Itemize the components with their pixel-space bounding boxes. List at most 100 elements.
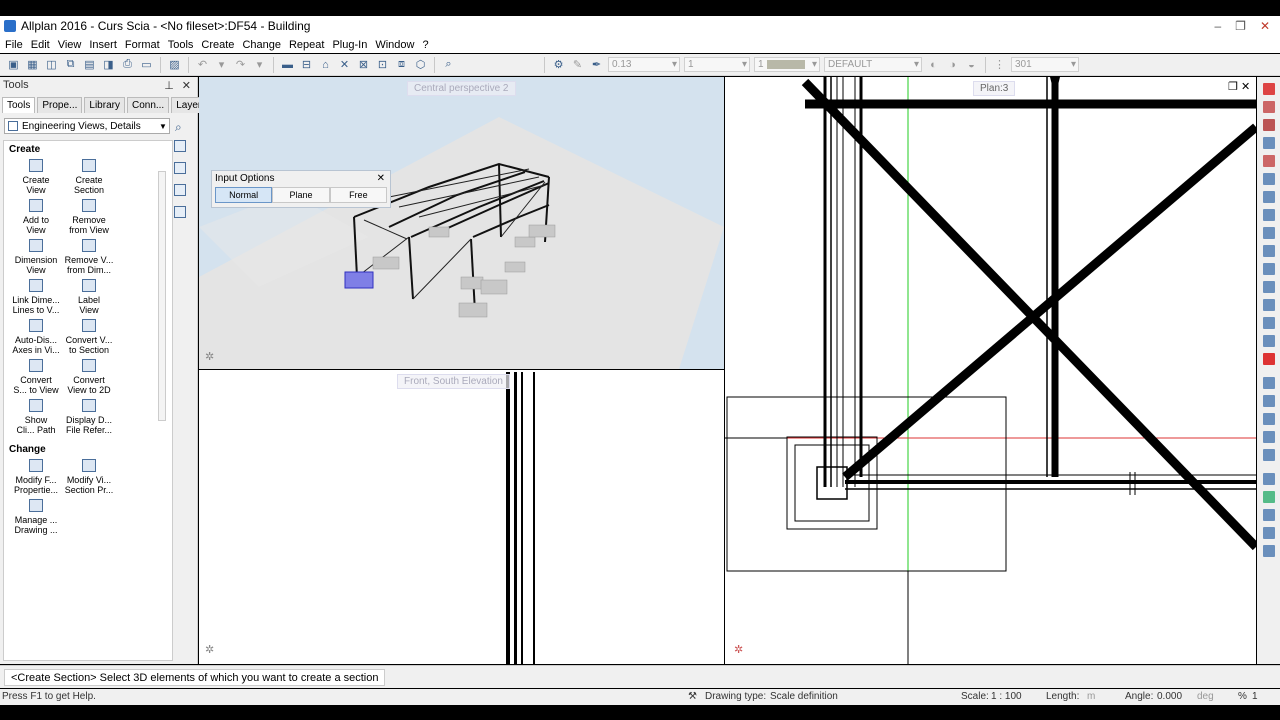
layer-field[interactable]: DEFAULT ▾ (824, 57, 922, 72)
copy-icon[interactable] (1262, 209, 1275, 221)
box-icon[interactable] (1262, 335, 1275, 347)
create-tool[interactable]: Dimension View (8, 239, 64, 275)
normal-button[interactable]: Normal (215, 187, 273, 203)
line-type-field[interactable]: 1 ▾ (684, 57, 750, 72)
scale-icon[interactable] (1262, 281, 1275, 293)
line-style-field[interactable]: 301 ▾ (1011, 57, 1079, 72)
copy-icon[interactable]: ⧈ (393, 57, 410, 73)
create-tool[interactable]: Label View (61, 279, 117, 315)
menu-format[interactable]: Format (125, 39, 160, 51)
menu-window[interactable]: Window (375, 39, 414, 51)
create-tool[interactable]: Display D... File Refer... (61, 399, 117, 435)
menu-view[interactable]: View (58, 39, 82, 51)
redo-dropdown-icon[interactable]: ▾ (251, 57, 268, 73)
mirror-copy-icon[interactable] (1262, 191, 1275, 203)
modify-icon[interactable] (1262, 119, 1275, 131)
fileset-icon[interactable]: ⧉ (62, 57, 79, 73)
3d-cube-icon[interactable]: ⬡ (412, 57, 429, 73)
menu-insert[interactable]: Insert (89, 39, 117, 51)
navigation-icon[interactable]: ✲ (205, 350, 214, 363)
pen-thickness-field[interactable]: 0.13 ▾ (608, 57, 680, 72)
layer-visibility-icon[interactable]: ◐ (925, 57, 942, 73)
new-icon[interactable]: ▣ (5, 57, 22, 73)
grid-icon[interactable] (174, 184, 186, 196)
edit-icon[interactable] (174, 206, 186, 218)
menu-change[interactable]: Change (242, 39, 281, 51)
viewport-plan[interactable]: Plan:3 ❐ ✕ ✲ (725, 77, 1256, 664)
close-viewport-icon[interactable]: ✕ (1241, 80, 1250, 93)
plane-button[interactable]: Plane (272, 187, 330, 203)
navigation-icon[interactable]: ✲ (734, 643, 743, 656)
menu-plugin[interactable]: Plug-In (332, 39, 367, 51)
funnel-icon[interactable] (1262, 527, 1275, 539)
select-icon[interactable] (1262, 473, 1275, 485)
edit-line-icon[interactable] (1262, 377, 1275, 389)
undo-icon[interactable]: ↶ (194, 57, 211, 73)
array-icon[interactable] (1262, 299, 1275, 311)
filter-element-icon[interactable] (1262, 413, 1275, 425)
open-project-icon[interactable]: ▦ (24, 57, 41, 73)
create-tool[interactable]: Convert S... to View (8, 359, 64, 395)
free-button[interactable]: Free (329, 187, 387, 203)
delete-icon[interactable] (1262, 353, 1275, 365)
print-icon[interactable]: ⎙ (119, 57, 136, 73)
search-icon[interactable]: ⌕ (175, 120, 182, 135)
mirror-icon[interactable] (1262, 173, 1275, 185)
offset-icon[interactable] (1262, 263, 1275, 275)
menu-edit[interactable]: Edit (31, 39, 50, 51)
maximize-icon[interactable]: ❐ (1235, 19, 1246, 33)
active-filter-icon[interactable] (1262, 491, 1275, 503)
tab-properties[interactable]: Prope... (37, 97, 83, 113)
filter-layer-icon[interactable] (1262, 449, 1275, 461)
create-tool[interactable]: Add to View (8, 199, 64, 235)
ruler-icon[interactable]: ▬ (279, 57, 296, 73)
image-icon[interactable]: ▨ (166, 57, 183, 73)
create-tool[interactable]: Create View (8, 159, 64, 195)
dimension-icon[interactable]: ⊟ (298, 57, 315, 73)
create-tool[interactable]: Link Dime... Lines to V... (8, 279, 64, 315)
delete-icon[interactable]: ✕ (336, 57, 353, 73)
viewport-elevation[interactable]: Front, South Elevation ✲ (199, 370, 724, 664)
layer-settings-icon[interactable]: ◒ (963, 57, 980, 73)
format-painter-icon[interactable]: ✎ (569, 57, 586, 73)
view-icon[interactable] (174, 162, 186, 174)
module-dropdown[interactable]: Engineering Views, Details ▼ (4, 118, 170, 134)
menu-file[interactable]: File (5, 39, 23, 51)
color-field[interactable]: 1 ▾ (754, 57, 820, 72)
pen-icon[interactable]: ✒ (588, 57, 605, 73)
filter-pen-icon[interactable] (1262, 431, 1275, 443)
print-preview-icon[interactable]: ▭ (138, 57, 155, 73)
create-tool[interactable]: Convert View to 2D (61, 359, 117, 395)
align-icon[interactable] (1262, 245, 1275, 257)
maximize-viewport-icon[interactable]: ❐ (1228, 80, 1238, 93)
menu-create[interactable]: Create (201, 39, 234, 51)
angle-value[interactable]: 0.000 (1157, 691, 1182, 702)
wizard-icon[interactable] (174, 140, 186, 152)
search-icon[interactable]: ⌕ (440, 57, 457, 73)
minimize-icon[interactable]: – (1214, 19, 1221, 33)
close-icon[interactable]: ✕ (1260, 19, 1270, 33)
filter-icon[interactable] (1262, 395, 1275, 407)
layer-lock-icon[interactable]: ◑ (944, 57, 961, 73)
create-tool[interactable]: Create Section (61, 159, 117, 195)
chevron-down-icon[interactable]: ▼ (157, 122, 169, 131)
properties-icon[interactable]: ⚙ (550, 57, 567, 73)
create-tool[interactable]: Auto-Dis... Axes in Vi... (8, 319, 64, 355)
change-tool[interactable]: Manage ... Drawing ... (8, 499, 64, 535)
tab-connect[interactable]: Conn... (126, 97, 170, 113)
tab-tools[interactable]: Tools (2, 97, 36, 113)
menu-help[interactable]: ? (422, 39, 428, 51)
pencil-icon[interactable] (1262, 101, 1275, 113)
scale-value[interactable]: 1 : 100 (991, 691, 1022, 702)
change-tool[interactable]: Modify F... Propertie... (8, 459, 64, 495)
menu-tools[interactable]: Tools (168, 39, 194, 51)
pin-icon[interactable]: ⊥ (164, 79, 174, 92)
create-tool[interactable]: Convert V... to Section (61, 319, 117, 355)
close-palette-icon[interactable]: ✕ (182, 79, 191, 92)
change-tool[interactable]: Modify Vi... Section Pr... (61, 459, 117, 495)
navigation-icon[interactable]: ✲ (205, 643, 214, 656)
tab-library[interactable]: Library (84, 97, 125, 113)
open-icon[interactable]: ◫ (43, 57, 60, 73)
undo-dropdown-icon[interactable]: ▾ (213, 57, 230, 73)
stairs-icon[interactable]: ⌂ (317, 57, 334, 73)
